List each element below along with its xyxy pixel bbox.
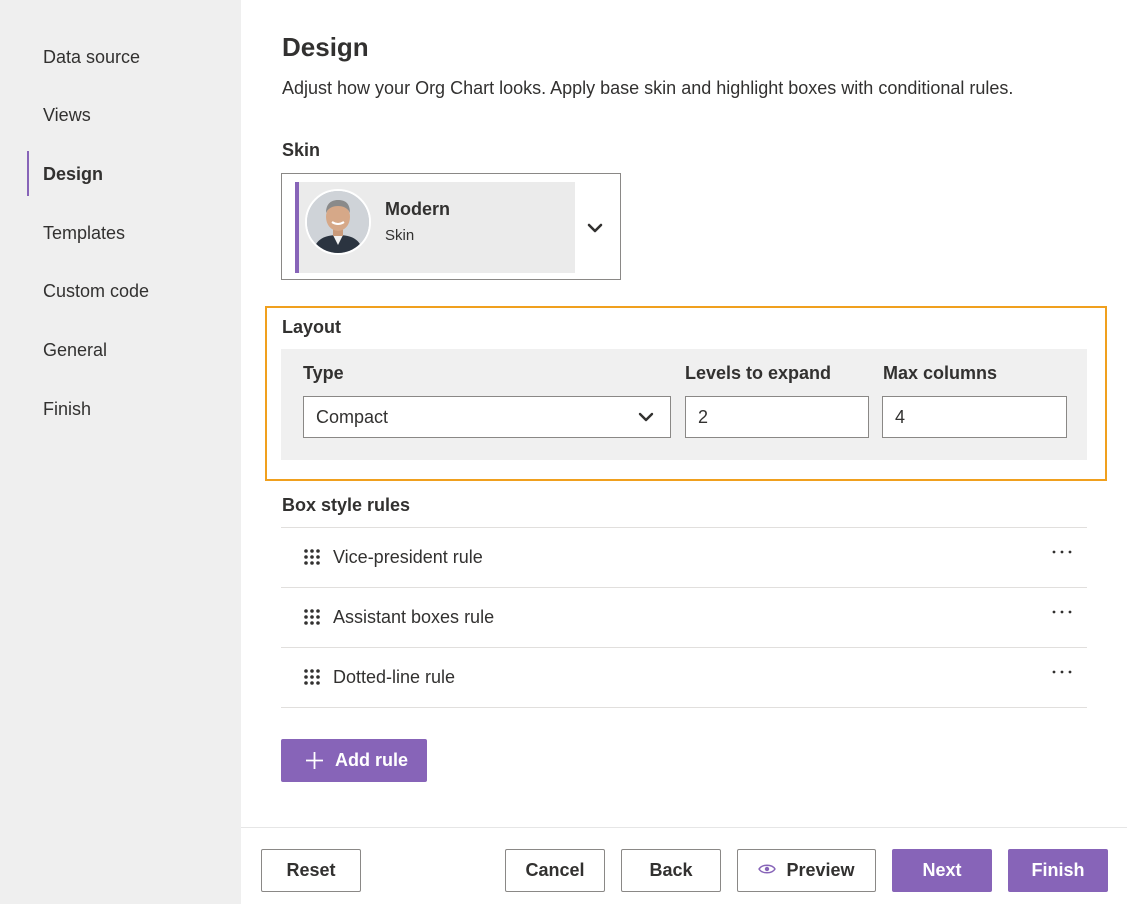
add-rule-button[interactable]: Add rule [281,739,427,782]
eye-icon [758,864,777,874]
skin-section-label: Skin [282,140,321,160]
levels-label: Levels to expand [685,363,832,383]
preview-label: Preview [786,860,855,880]
drag-handle-icon[interactable] [303,668,321,686]
main-content: Design Adjust how your Org Chart looks. … [241,0,1127,905]
preview-button[interactable]: Preview [737,849,876,892]
sidebar: Data source Views Design Templates Custo… [0,0,241,904]
list-item[interactable]: Dotted-line rule [281,647,1087,708]
reset-button[interactable]: Reset [261,849,361,892]
plus-icon [306,752,323,769]
page-title: Design [282,32,369,62]
rule-label: Vice-president rule [333,547,483,567]
nav-active-indicator [27,151,29,196]
list-item[interactable]: Assistant boxes rule [281,587,1087,647]
skin-subtitle: Skin [385,227,415,244]
sidebar-item-design[interactable]: Design [43,163,103,185]
add-rule-label: Add rule [335,750,409,770]
next-button[interactable]: Next [892,849,992,892]
levels-to-expand-input[interactable]: 2 [685,396,869,438]
layout-type-select[interactable]: Compact [303,396,671,438]
rule-label: Assistant boxes rule [333,607,495,627]
rule-label: Dotted-line rule [333,667,456,687]
rules-section-label: Box style rules [282,495,411,515]
skin-name: Modern [385,199,450,219]
more-options-icon[interactable] [1051,546,1073,558]
more-options-icon[interactable] [1051,666,1073,678]
chevron-down-icon[interactable] [584,217,606,239]
sidebar-item-views[interactable]: Views [43,104,91,126]
sidebar-item-general[interactable]: General [43,339,107,361]
layout-panel: Type Compact Levels to expand 2 Max colu… [281,349,1087,460]
drag-handle-icon[interactable] [303,608,321,626]
layout-section-label: Layout [282,317,342,337]
max-columns-input[interactable]: 4 [882,396,1067,438]
footer-bar: Reset Cancel Back Preview Next Finish [241,827,1127,905]
sidebar-item-data-source[interactable]: Data source [43,46,140,68]
rules-list: Vice-president rule Assistant boxes rule [281,527,1087,708]
list-item[interactable]: Vice-president rule [281,527,1087,587]
page-description: Adjust how your Org Chart looks. Apply b… [282,78,1014,98]
sidebar-item-templates[interactable]: Templates [43,222,125,244]
cancel-button[interactable]: Cancel [505,849,605,892]
max-columns-label: Max columns [883,363,998,383]
avatar [305,189,371,255]
back-button[interactable]: Back [621,849,721,892]
layout-type-value: Compact [316,407,389,427]
drag-handle-icon[interactable] [303,548,321,566]
more-options-icon[interactable] [1051,606,1073,618]
skin-preview-card: Modern Skin [295,182,575,273]
sidebar-item-custom-code[interactable]: Custom code [43,280,149,302]
skin-dropdown[interactable]: Modern Skin [281,173,621,280]
type-label: Type [303,363,344,383]
finish-button[interactable]: Finish [1008,849,1108,892]
sidebar-item-finish[interactable]: Finish [43,398,91,420]
chevron-down-icon [638,412,654,422]
